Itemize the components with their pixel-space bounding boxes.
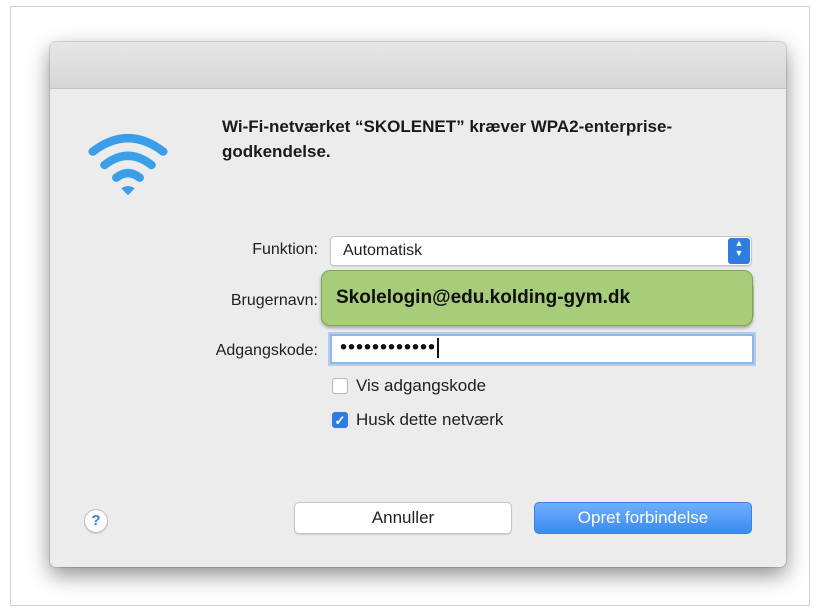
wifi-icon [88, 133, 168, 196]
connect-button[interactable]: Opret forbindelse [534, 502, 752, 534]
password-label: Adgangskode: [215, 342, 318, 359]
dialog-titlebar [50, 42, 786, 89]
mode-label: Funktion: [252, 241, 318, 258]
show-password-row[interactable]: Vis adgangskode [332, 375, 486, 397]
dialog-message: Wi-Fi-netværket “SKOLENET” kræver WPA2-e… [222, 117, 673, 161]
username-label: Brugernavn: [230, 292, 318, 309]
remember-network-row[interactable]: ✓ Husk dette netværk [332, 409, 503, 431]
chevron-updown-icon: ▲ ▼ [728, 238, 750, 264]
mode-select-value: Automatisk [343, 242, 423, 259]
mode-select[interactable]: Automatisk ▲ ▼ [330, 236, 752, 266]
show-password-label: Vis adgangskode [356, 376, 487, 395]
text-caret [437, 338, 440, 358]
password-field[interactable]: •••••••••••• [330, 334, 754, 364]
wifi-auth-dialog: Wi-Fi-netværket “SKOLENET” kræver WPA2-e… [50, 42, 786, 567]
username-callout: Skolelogin@edu.kolding-gym.dk [321, 270, 753, 326]
remember-network-checkbox[interactable]: ✓ [332, 412, 348, 428]
cancel-button[interactable]: Annuller [294, 502, 512, 534]
show-password-checkbox[interactable] [332, 378, 348, 394]
remember-network-label: Husk dette netværk [356, 410, 504, 429]
help-button[interactable]: ? [84, 509, 108, 533]
password-value: •••••••••••• [340, 337, 440, 358]
